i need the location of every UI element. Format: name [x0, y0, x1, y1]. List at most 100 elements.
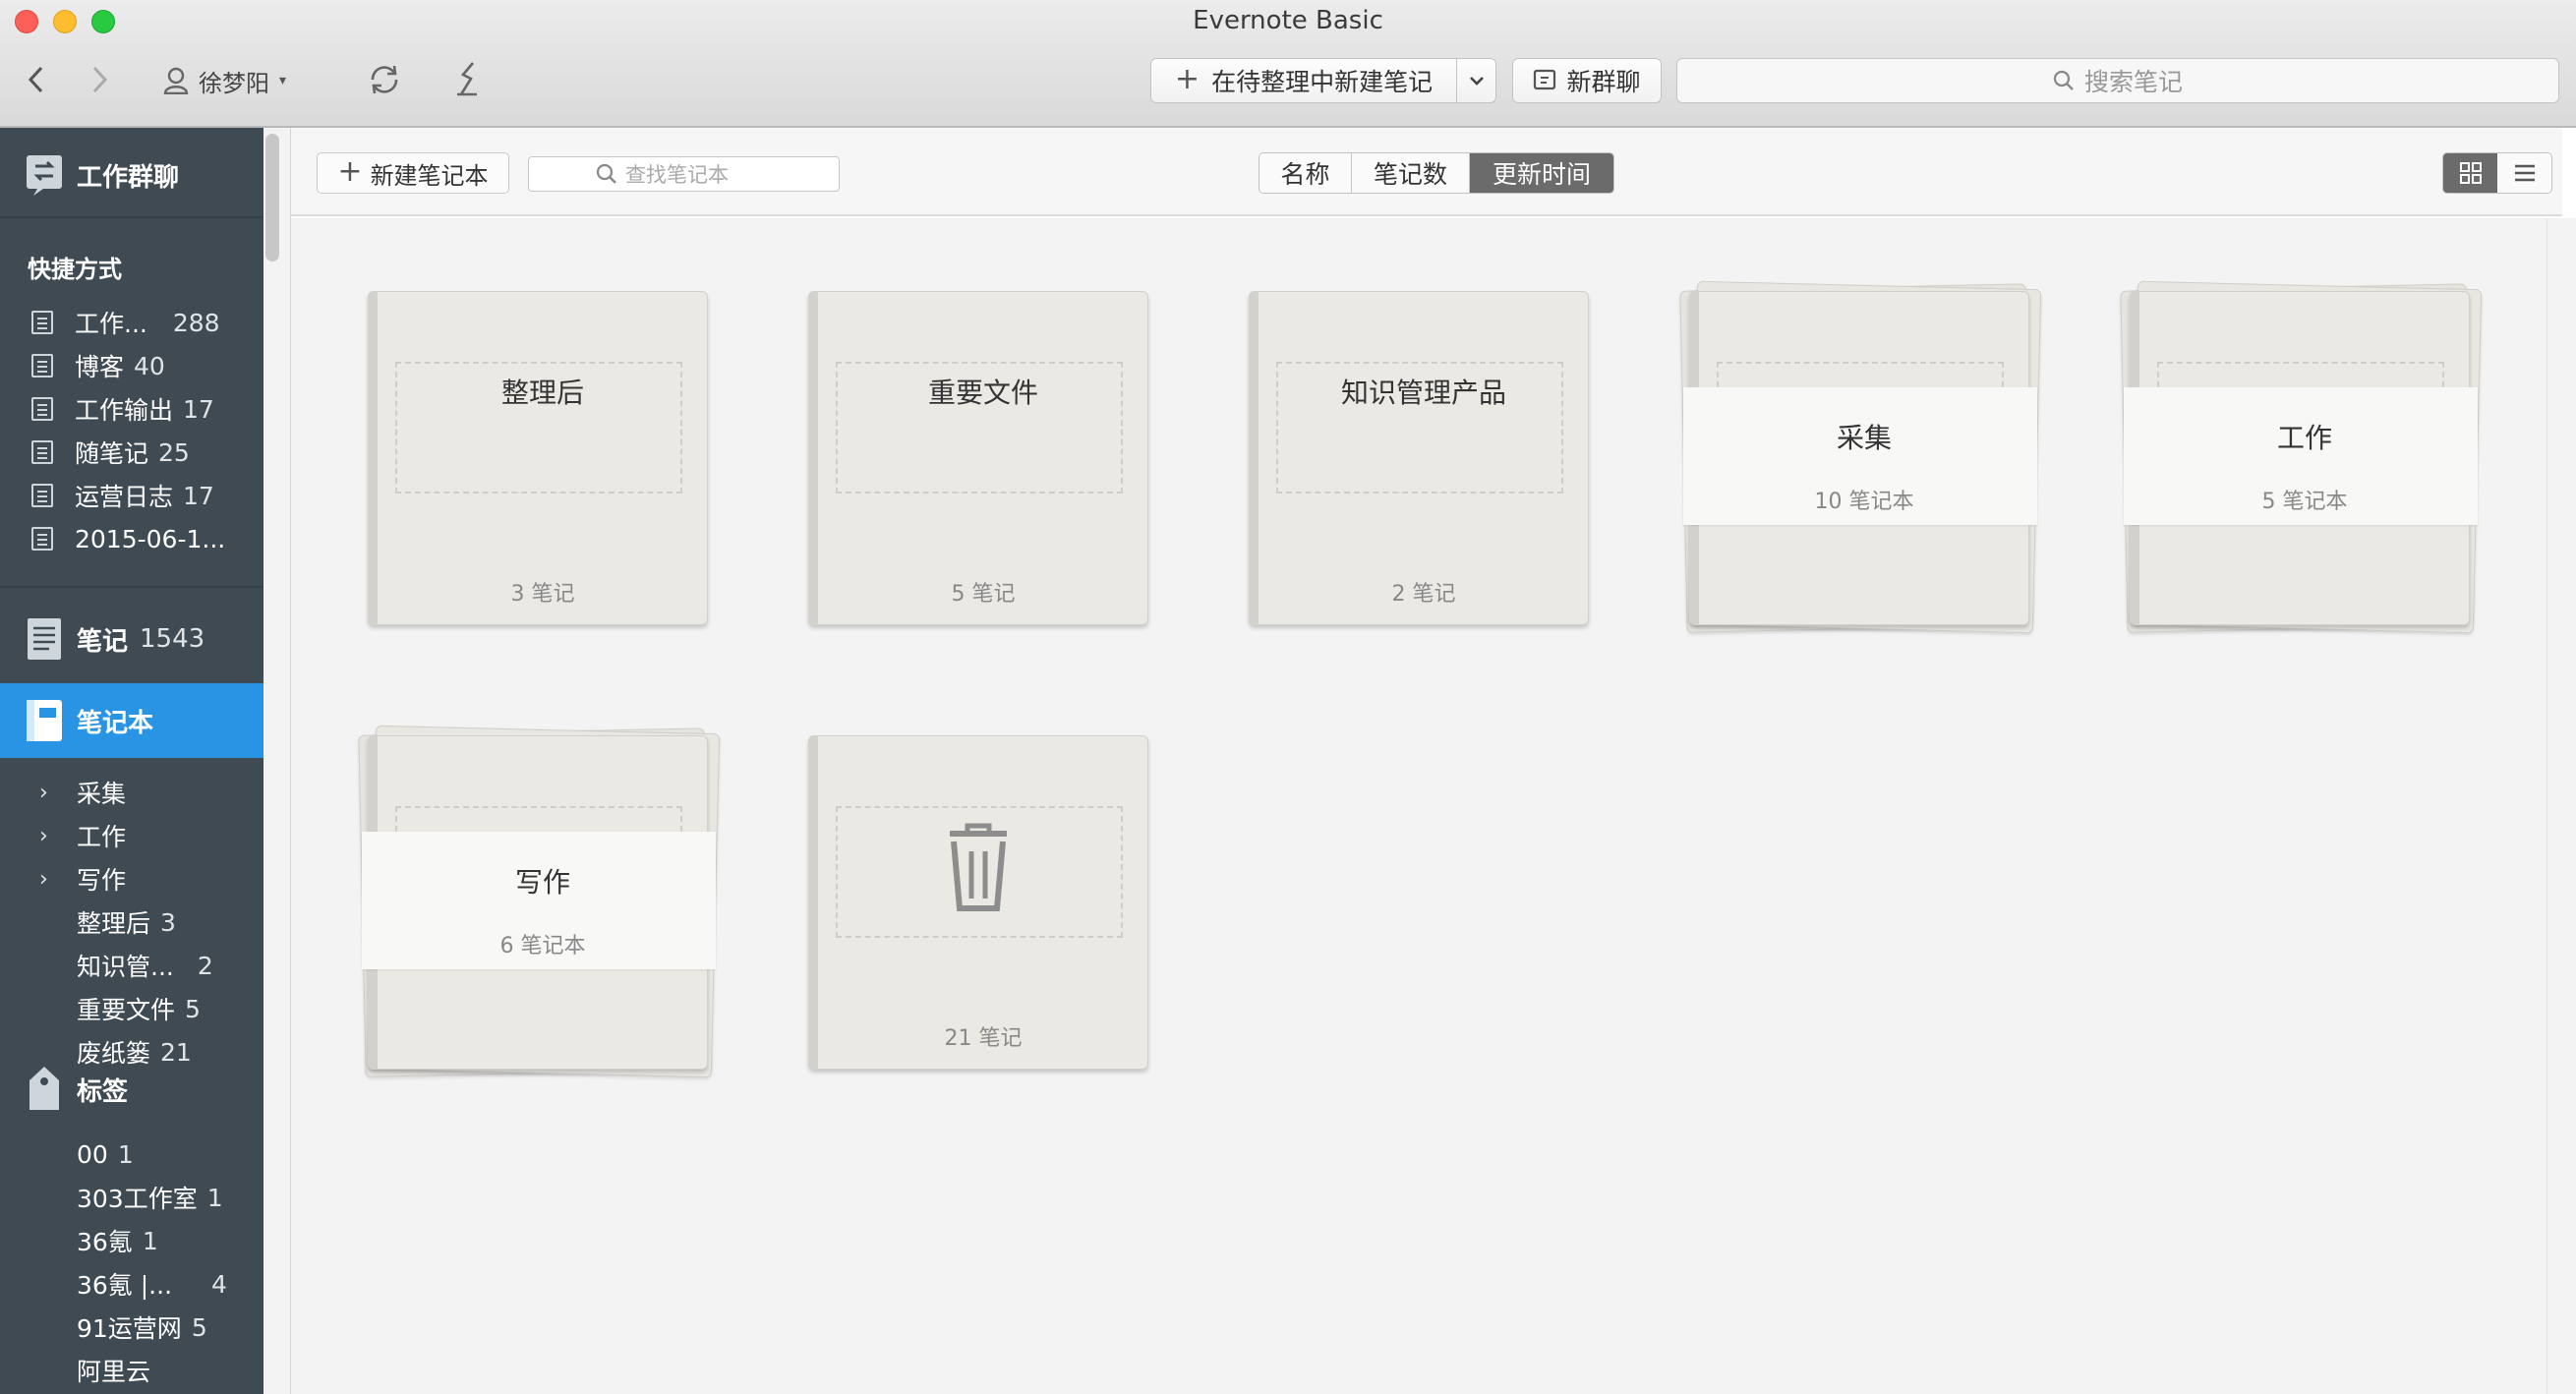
shortcut-item[interactable]: 2015-06-1... — [0, 519, 263, 558]
tag-count: 4 — [211, 1269, 227, 1299]
new-note-label: 在待整理中新建笔记 — [1211, 68, 1434, 96]
shortcut-item[interactable]: 博客 40 — [0, 346, 263, 385]
sort-by-name-button[interactable]: 名称 — [1259, 153, 1352, 193]
new-notebook-button[interactable]: + 新建笔记本 — [317, 152, 509, 194]
shortcut-count: 17 — [183, 394, 214, 424]
tag-item[interactable]: 00 1 — [0, 1134, 263, 1174]
trash-card[interactable]: 21 笔记 — [808, 735, 1148, 1070]
window-title: Evernote Basic — [1193, 6, 1383, 35]
chevron-right-icon: › — [39, 780, 48, 805]
stack-count: 6 笔记本 — [499, 934, 586, 958]
notebook-count: 5 — [185, 994, 201, 1023]
shortcut-item[interactable]: 运营日志 17 — [0, 476, 263, 515]
notebook-card[interactable]: 知识管理产品 2 笔记 — [1249, 291, 1589, 625]
search-icon — [596, 163, 616, 184]
stack-name: 工作 — [2276, 422, 2332, 454]
notes-count: 1543 — [140, 624, 205, 654]
user-menu[interactable]: 徐梦阳 ▾ — [163, 61, 286, 100]
sort-segmented-control: 名称 笔记数 更新时间 — [1259, 152, 1614, 194]
shortcut-label: 博客 — [75, 353, 125, 381]
sidebar-scrollbar[interactable] — [265, 134, 279, 261]
chevron-right-icon: › — [39, 866, 48, 892]
notebook-icon — [31, 311, 53, 334]
shortcut-label: 运营日志 — [75, 483, 174, 511]
notebook-card[interactable]: 整理后 3 笔记 — [368, 291, 708, 625]
notebook-card[interactable]: 重要文件 5 笔记 — [808, 291, 1148, 625]
content-scrollbar[interactable] — [2547, 218, 2576, 1394]
notebook-name: 整理后 — [500, 377, 584, 409]
shortcuts-heading: 快捷方式 — [28, 256, 122, 283]
new-chat-button[interactable]: 新群聊 — [1512, 58, 1662, 103]
new-notebook-label: 新建笔记本 — [370, 161, 489, 190]
sidebar: 工作群聊 快捷方式 工作... 288 博客 40 工作输出 17 随笔记 25 运营日… — [0, 128, 263, 1394]
notebook-label: 知识管... — [77, 953, 174, 981]
notebook-icon — [22, 696, 67, 745]
find-placeholder: 查找笔记本 — [625, 163, 729, 187]
stack-count: 5 笔记本 — [2261, 490, 2348, 514]
tag-item[interactable]: 303工作室 1 — [0, 1178, 263, 1217]
user-name: 徐梦阳 — [199, 69, 269, 97]
list-icon — [2514, 164, 2535, 182]
stack-label: 采集 — [77, 780, 127, 808]
shortcut-label: 随笔记 — [75, 439, 149, 468]
back-icon[interactable] — [22, 63, 51, 96]
notebook-item[interactable]: 整理后 3 — [0, 902, 263, 942]
sidebar-item-notes[interactable]: 笔记 1543 — [0, 611, 263, 667]
tag-item[interactable]: 36氪 |... 4 — [0, 1264, 263, 1304]
shortcut-item[interactable]: 工作输出 17 — [0, 389, 263, 429]
notebook-icon — [31, 354, 53, 378]
search-notes-input[interactable]: 搜索笔记 — [1676, 58, 2559, 103]
tag-item[interactable]: 阿里云 — [0, 1351, 263, 1390]
notebook-stack-card[interactable]: 写作 6 笔记本 — [358, 725, 721, 1078]
trash-icon — [950, 823, 1007, 911]
notebook-icon — [31, 397, 53, 421]
notebook-stack-card[interactable]: 采集 10 笔记本 — [1679, 280, 2042, 634]
sidebar-item-work-chat[interactable]: 工作群聊 — [0, 147, 263, 203]
notebook-item[interactable]: 知识管... 2 — [0, 946, 263, 985]
grid-view-button[interactable] — [2443, 153, 2497, 193]
find-notebook-input[interactable]: 查找笔记本 — [528, 156, 840, 192]
stack-count: 10 笔记本 — [1814, 490, 1914, 514]
work-chat-label: 工作群聊 — [77, 162, 180, 193]
notebook-count: 3 — [160, 907, 176, 937]
activity-icon[interactable] — [448, 57, 490, 100]
chevron-down-icon — [1469, 77, 1484, 86]
tag-count: 1 — [206, 1183, 223, 1212]
tag-label: 阿里云 — [77, 1358, 151, 1386]
stack-name: 采集 — [1836, 422, 1892, 454]
shortcut-item[interactable]: 随笔记 25 — [0, 433, 263, 472]
forward-icon[interactable] — [85, 63, 114, 96]
notebook-stack-item[interactable]: › 工作 — [0, 816, 263, 855]
notebook-stack-item[interactable]: › 写作 — [0, 859, 263, 899]
tag-item[interactable]: 91运营网 5 — [0, 1307, 263, 1347]
list-view-button[interactable] — [2497, 153, 2551, 193]
notebooks-label: 笔记本 — [77, 708, 154, 738]
notebook-count: 5 笔记 — [951, 582, 1016, 607]
notebook-name: 重要文件 — [927, 377, 1038, 409]
plus-icon: + — [337, 153, 363, 189]
shortcut-item[interactable]: 工作... 288 — [0, 303, 263, 342]
sidebar-item-notebooks[interactable]: 笔记本 — [0, 683, 263, 758]
notebook-stack-card[interactable]: 工作 5 笔记本 — [2120, 280, 2483, 634]
notebook-count: 3 笔记 — [510, 582, 575, 607]
notebook-stack-item[interactable]: › 采集 — [0, 773, 263, 812]
sort-by-count-button[interactable]: 笔记数 — [1352, 153, 1470, 193]
notebook-label: 重要文件 — [77, 996, 176, 1024]
tag-label: 00 — [77, 1139, 108, 1169]
notebook-name: 知识管理产品 — [1340, 377, 1506, 409]
shortcut-label: 工作输出 — [75, 396, 174, 425]
notebook-icon — [31, 440, 53, 464]
search-icon — [2053, 70, 2074, 90]
sort-by-updated-button[interactable]: 更新时间 — [1470, 153, 1613, 193]
chevron-right-icon: › — [39, 823, 48, 848]
sync-icon[interactable] — [364, 59, 405, 100]
new-note-dropdown[interactable] — [1457, 58, 1496, 103]
notes-icon — [22, 614, 67, 664]
user-icon — [163, 67, 189, 94]
new-note-button[interactable]: + 在待整理中新建笔记 — [1150, 58, 1457, 103]
tag-item[interactable]: 36氪 1 — [0, 1221, 263, 1260]
notebook-item[interactable]: 重要文件 5 — [0, 989, 263, 1028]
chat-icon — [1534, 69, 1556, 90]
grid-icon — [2459, 162, 2482, 184]
sidebar-item-tags[interactable]: 标签 — [0, 1062, 263, 1117]
